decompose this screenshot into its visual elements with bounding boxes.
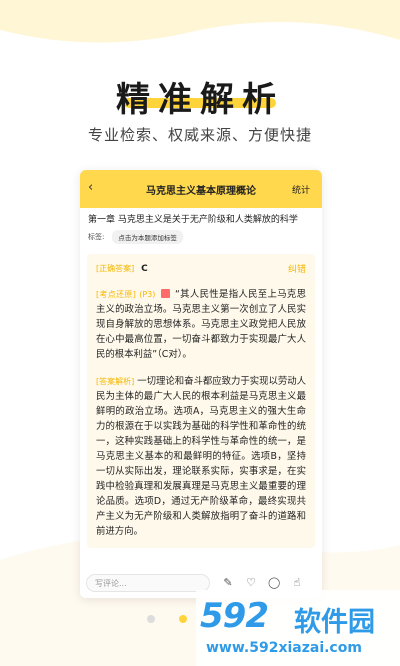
analysis-tag: [答案解析]	[96, 377, 135, 386]
analysis-paragraph: [答案解析] 一切理论和奋斗都应致力于实现以劳动人民为主体的最广大人民的根本利益…	[96, 374, 306, 539]
page-dot[interactable]	[147, 615, 155, 623]
comment-input[interactable]: 写评论...	[86, 574, 210, 592]
watermark-logo: 592	[200, 596, 269, 636]
tag-row: 标签: 点击为本题添加标签	[80, 226, 322, 248]
analysis-text: 一切理论和奋斗都应致力于实现以劳动人民为主体的最广大人民的根本利益是马克思主义最…	[96, 376, 306, 537]
phone-mockup: ‹ 马克思主义基本原理概论 统计 第一章 马克思主义是关于无产阶级和人类解放的科…	[80, 170, 322, 598]
report-error-button[interactable]: 纠错	[288, 262, 306, 275]
chevron-left-icon[interactable]: ‹	[88, 180, 93, 195]
watermark-url: www.592xiazai.com	[206, 640, 362, 656]
question-title: 第一章 马克思主义是关于无产阶级和人类解放的科学	[88, 215, 298, 225]
tag-label: 标签:	[88, 233, 105, 241]
add-tag-button[interactable]: 点击为本题添加标签	[112, 230, 183, 244]
answer-tag: [正确答案]	[96, 264, 135, 273]
image-icon[interactable]	[160, 289, 170, 298]
hero-title: 精准解析	[116, 80, 284, 120]
origin-text: “其人民性是指人民至上马克思主义的政治立场。马克思主义第一次创立了人民实现自身解…	[96, 289, 306, 360]
bar-icons: ✎ ♡ ◯ ☝	[222, 577, 303, 589]
page-dot-active[interactable]	[179, 615, 187, 623]
origin-paragraph: [考点还原] (P3) “其人民性是指人民至上马克思主义的政治立场。马克思主义第…	[96, 287, 306, 362]
answer-row: [正确答案] C 纠错	[96, 262, 306, 275]
nav-bar: ‹ 马克思主义基本原理概论 统计	[80, 170, 322, 208]
heart-icon[interactable]: ♡	[245, 577, 257, 589]
answer-card: [正确答案] C 纠错 [考点还原] (P3) “其人民性是指人民至上马克思主义…	[87, 254, 315, 548]
answer-value: C	[141, 264, 148, 274]
edit-icon[interactable]: ✎	[222, 577, 234, 589]
watermark: 592 软件园 www.592xiazai.com	[196, 590, 400, 666]
nav-title: 马克思主义基本原理概论	[146, 185, 256, 197]
stats-button[interactable]: 统计	[292, 183, 310, 196]
hero-subtitle: 专业检索、权威来源、方便快捷	[87, 126, 312, 144]
origin-tag: [考点还原]	[96, 290, 136, 299]
like-icon[interactable]: ☝	[291, 577, 303, 589]
comment-icon[interactable]: ◯	[268, 577, 280, 589]
origin-page-ref: (P3)	[139, 290, 156, 299]
watermark-name: 软件园	[294, 607, 375, 638]
